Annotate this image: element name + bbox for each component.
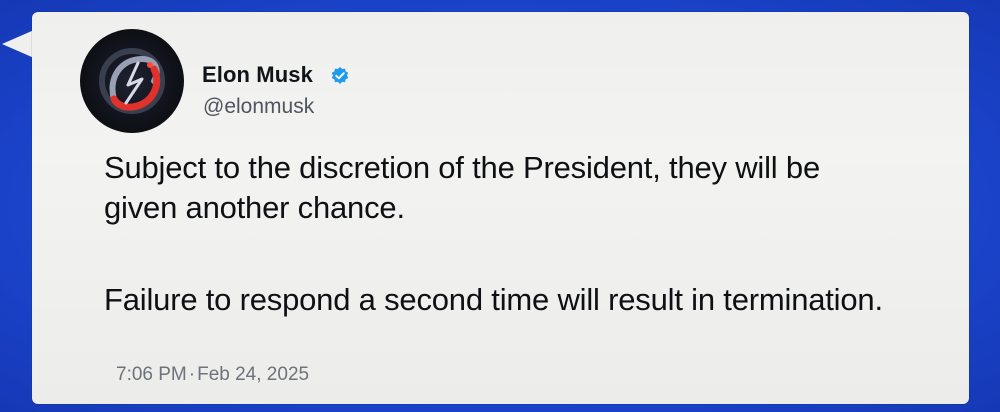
- tweet-timestamp[interactable]: 7:06 PM · Feb 24, 2025: [116, 364, 309, 386]
- tweet-paragraph-1: Subject to the discretion of the Preside…: [104, 150, 820, 225]
- tweet-paragraph-2: Failure to respond a second time will re…: [104, 282, 883, 317]
- tweet-time: 7:06 PM: [116, 364, 187, 385]
- timestamp-separator: ·: [188, 364, 196, 385]
- author-handle[interactable]: @elonmusk: [203, 95, 314, 119]
- tweet-date: Feb 24, 2025: [197, 364, 310, 385]
- verified-badge-icon: [330, 66, 350, 86]
- speech-bubble-tail: [2, 30, 34, 58]
- avatar-icon[interactable]: [80, 29, 184, 133]
- author-display-name[interactable]: Elon Musk: [202, 62, 313, 88]
